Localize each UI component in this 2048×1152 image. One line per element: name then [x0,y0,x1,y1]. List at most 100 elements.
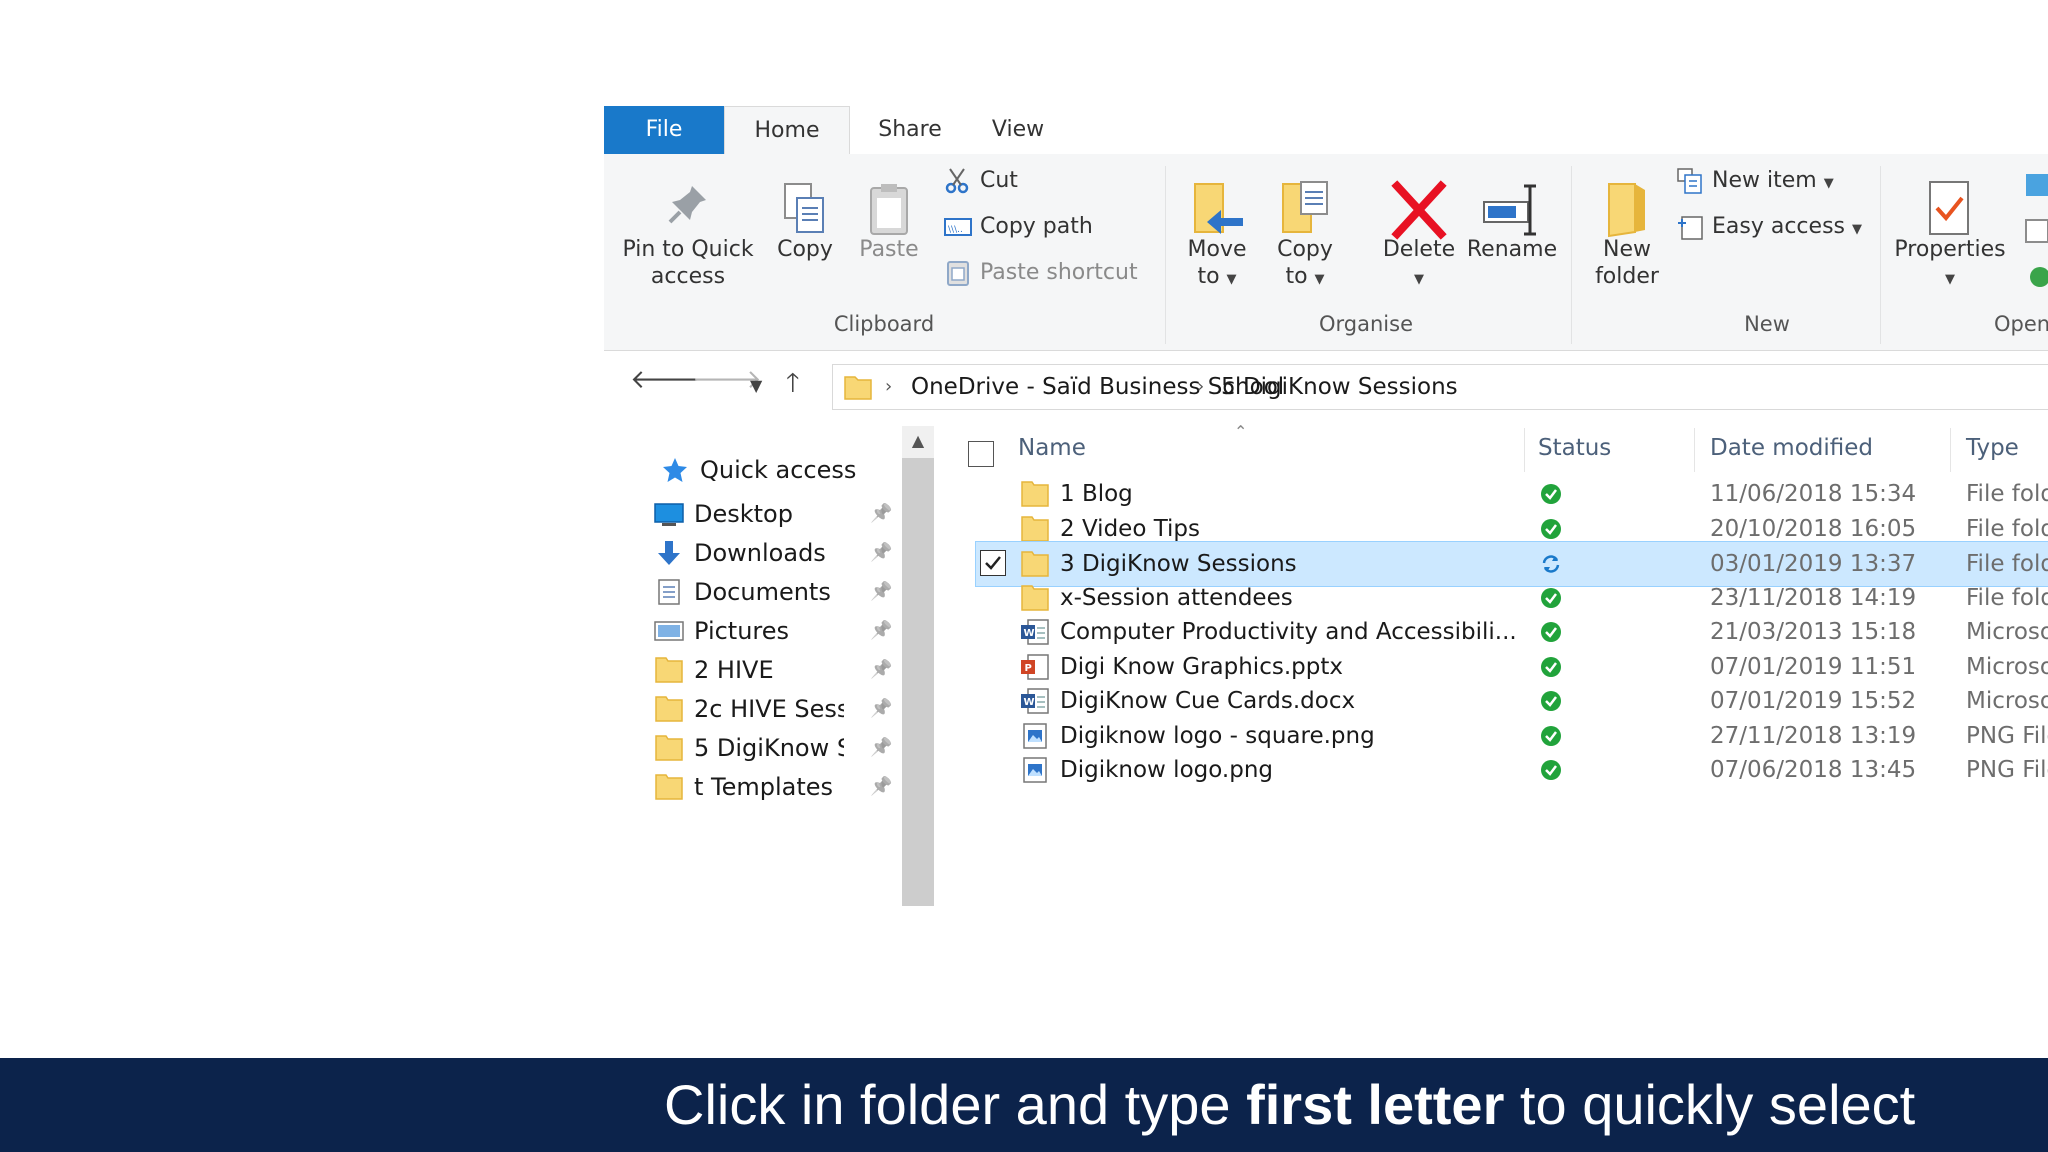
nav-scrollbar-thumb[interactable] [902,458,934,906]
copy-to-label-1: Copy [1277,237,1333,262]
column-header-name[interactable]: Name [1018,426,1086,470]
rename-icon [1483,184,1536,236]
scissors-icon [945,168,969,194]
rename-button[interactable]: Rename [1462,180,1562,263]
folder-icon [655,735,683,761]
column-header-status[interactable]: Status [1538,426,1611,470]
pin-icon[interactable]: 📌 [870,531,892,575]
copy-icon [784,183,824,233]
folder-icon [844,376,872,400]
column-header-type[interactable]: Type [1966,426,2019,470]
delete-button[interactable]: Delete ▼ [1372,180,1466,293]
synced-check-icon [1541,518,1561,539]
nav-quick-access-label: Quick access [700,456,857,484]
pin-icon[interactable]: 📌 [870,570,892,614]
move-to-button[interactable]: Move to ▼ [1176,180,1258,293]
word-icon: W [1021,688,1049,714]
column-separator [1950,428,1951,472]
new-folder-label-1: New [1603,237,1651,262]
pin-icon[interactable]: 📌 [870,726,892,770]
copy-to-icon [1282,181,1328,233]
scroll-up-icon[interactable]: ▲ [902,426,934,456]
back-button[interactable]: 🡐 [630,364,700,395]
select-all-checkbox[interactable] [968,441,994,467]
desktop-icon [654,503,684,526]
nav-item-label: t Templates [694,773,834,801]
folder-icon [1021,481,1049,507]
dropdown-arrow-icon: ▼ [1226,272,1237,287]
caption-pre: Click in folder and type [664,1073,1247,1136]
open-group-label: Open [1994,312,2048,336]
svg-text:W: W [1024,697,1035,708]
cut-button[interactable]: Cut [944,164,1018,198]
move-to-label-2: to ▼ [1176,263,1258,293]
recent-locations-icon[interactable]: ▼ [750,376,762,395]
delete-x-icon [1391,180,1447,240]
paste-icon [870,184,908,235]
paste-shortcut-label: Paste shortcut [980,260,1138,285]
up-button[interactable]: 🡑 [786,364,800,408]
tab-file[interactable]: File [604,106,724,154]
folder-icon [1021,551,1049,577]
dropdown-arrow-icon: ▼ [1823,176,1834,191]
delete-dropdown: ▼ [1372,263,1466,293]
tab-home[interactable]: Home [724,106,850,156]
folder-icon [655,774,683,800]
paste-button[interactable]: Paste [848,180,930,263]
easy-access-button[interactable]: Easy access ▼ [1676,210,1862,244]
new-item-label: New item [1712,168,1817,193]
properties-button[interactable]: Properties ▼ [1890,180,2010,293]
copy-path-icon: \\\.. [944,218,972,236]
nav-item-label: Desktop [694,500,793,528]
edit-icon[interactable] [2022,216,2048,246]
dropdown-arrow-icon: ▼ [1414,272,1424,287]
pin-to-quick-access-button[interactable]: Pin to Quick access [614,180,762,290]
tab-share[interactable]: Share [860,106,960,154]
pin-icon[interactable]: 📌 [870,648,892,692]
column-header-date-modified[interactable]: Date modified [1710,426,1873,470]
pin-icon[interactable]: 📌 [870,765,892,809]
caption-banner: Click in folder and type first letter to… [0,1058,2048,1152]
file-type: PNG File [1966,757,2048,783]
documents-icon [658,579,680,605]
nav-item-label: Pictures [694,617,790,645]
copy-path-button[interactable]: \\\.. Copy path [944,210,1093,244]
breadcrumb-current[interactable]: 5 DigiKnow Sessions [1221,365,1458,409]
synced-check-icon [1541,725,1561,746]
address-bar[interactable]: › OneDrive - Saïd Business School › 5 Di… [832,364,2048,410]
caption-post: to quickly select [1504,1073,1916,1136]
caption-text: Click in folder and type first letter to… [664,1058,1915,1152]
copy-to-label-text: to [1285,264,1308,289]
dropdown-arrow-icon: ▼ [1314,272,1325,287]
sort-ascending-icon: ⌃ [1234,422,1248,441]
copy-to-button[interactable]: Copy to ▼ [1264,180,1346,293]
folder-icon [1021,584,1049,611]
pin-icon[interactable]: 📌 [870,609,892,653]
file-row[interactable]: Digiknow logo.png 07/06/2018 13:45 PNG Fil… [976,748,2048,792]
pin-icon[interactable]: 📌 [870,687,892,731]
open-icon[interactable] [2022,170,2048,200]
nav-item-label: Documents [694,578,831,606]
powerpoint-icon: P [1021,653,1049,680]
svg-text:\\\..: \\\.. [948,225,963,235]
delete-label: Delete [1382,237,1456,262]
synced-check-icon [1541,656,1561,677]
svg-text:P: P [1025,663,1032,674]
pin-icon[interactable]: 📌 [870,492,892,536]
synced-check-icon [1541,484,1561,504]
tab-view[interactable]: View [968,106,1068,154]
paste-shortcut-button[interactable]: Paste shortcut [944,256,1138,290]
new-folder-button[interactable]: New folder [1582,180,1672,290]
move-to-label-1: Move [1187,237,1247,262]
row-checkbox[interactable] [980,550,1006,576]
caption-bold: first letter [1246,1073,1505,1136]
copy-button[interactable]: Copy [764,180,846,263]
chevron-right-icon: › [885,376,893,397]
new-item-button[interactable]: New item ▼ [1676,164,1834,198]
dropdown-arrow-icon: ▼ [1945,272,1955,287]
paste-shortcut-icon [947,261,969,286]
properties-dropdown: ▼ [1890,263,2010,293]
history-icon[interactable] [2022,262,2048,292]
clipboard-group-label: Clipboard [833,312,935,336]
svg-text:W: W [1024,628,1035,639]
